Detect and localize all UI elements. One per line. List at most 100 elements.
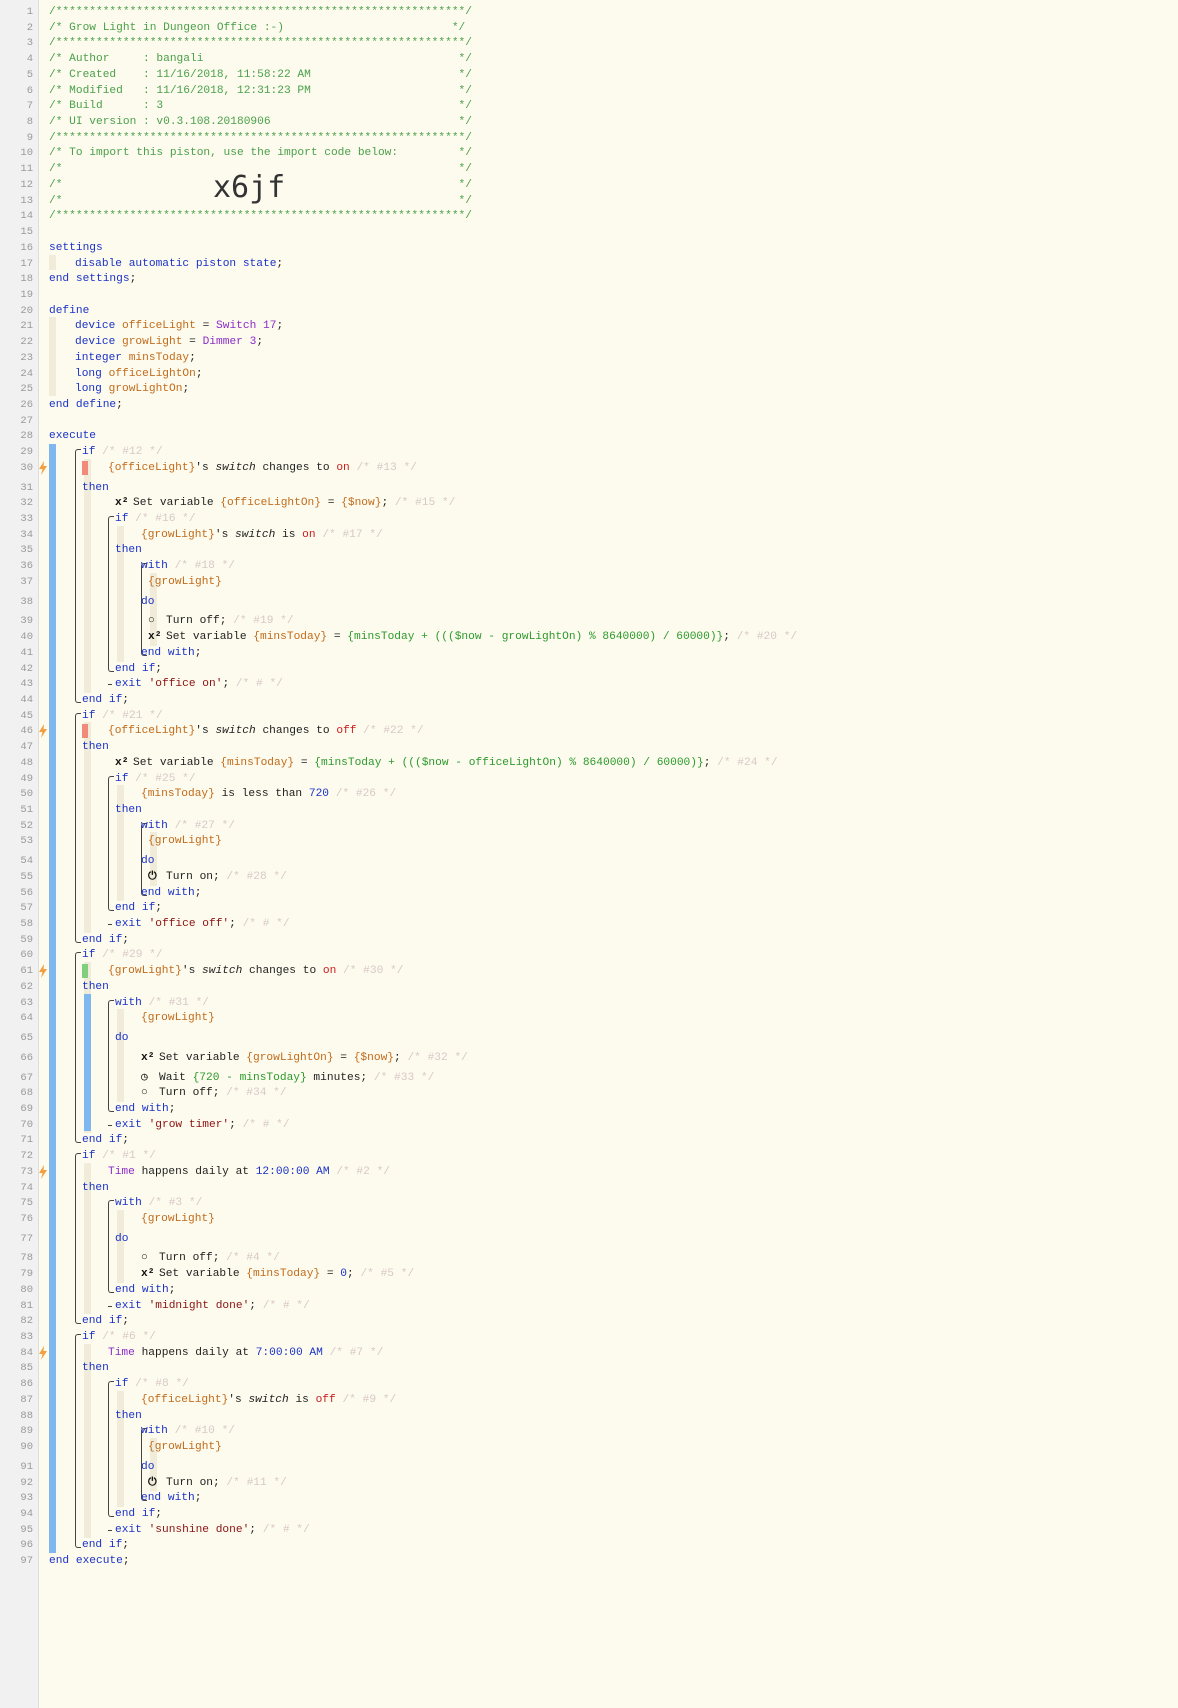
exit-marker <box>108 684 112 686</box>
code-token: happens daily at <box>134 1165 256 1178</box>
code-token: minsToday <box>128 351 190 364</box>
code-token: end with <box>141 646 195 659</box>
condition-marker <box>82 964 88 979</box>
code-line: end settings; <box>49 271 136 288</box>
power-off-icon: ○ <box>148 615 155 628</box>
lightning-bolt-icon[interactable] <box>38 1164 48 1179</box>
code-line: device officeLight = Switch 17; <box>75 318 283 335</box>
code-token: /* #9 */ <box>335 1393 397 1406</box>
code-token: {minsToday} <box>220 756 295 769</box>
code-token: is less than <box>214 788 309 801</box>
code-token: with <box>141 819 175 832</box>
code-token: /* # */ <box>235 918 290 931</box>
code-line: with /* #3 */ <box>115 1195 202 1212</box>
code-token: Dimmer 3 <box>202 336 257 349</box>
code-token: Turn off; <box>159 1087 220 1100</box>
code-token: /* #13 */ <box>349 461 417 474</box>
code-line: ○ Turn off; /* #19 */ <box>148 613 294 630</box>
line-number: 32 <box>20 497 33 510</box>
code-token: /* #34 */ <box>219 1087 287 1100</box>
code-token: execute <box>49 430 96 443</box>
code-token: 'sunshine done' <box>148 1523 250 1536</box>
code-line: ⏻ Turn on; /* #28 */ <box>148 869 287 886</box>
code-token: Wait <box>159 1071 193 1084</box>
code-token: end if <box>115 662 156 675</box>
code-token: switch <box>248 1393 289 1406</box>
code-line: {minsToday} is less than 720 /* #26 */ <box>141 786 396 803</box>
lightning-bolt-icon[interactable] <box>38 460 48 475</box>
nested-if-bracket <box>108 775 114 912</box>
code-token: /* #25 */ <box>135 772 196 785</box>
code-token: /* # */ <box>256 1523 310 1536</box>
code-line: if /* #21 */ <box>82 708 163 725</box>
with-body-bar <box>117 1009 124 1102</box>
code-token: 'midnight done' <box>148 1299 250 1312</box>
code-token: end if <box>82 1539 123 1552</box>
exit-marker <box>108 1529 112 1531</box>
import-code[interactable]: x6jf <box>213 170 285 205</box>
code-line: {growLight} <box>148 1439 222 1456</box>
code-token: ; <box>229 1118 236 1131</box>
code-line: with /* #18 */ <box>141 558 235 575</box>
code-token: /* #27 */ <box>174 819 236 832</box>
code-token: growLight <box>122 336 183 349</box>
code-token: do <box>115 1032 129 1045</box>
code-line: end if; <box>82 1132 129 1149</box>
code-line: x² Set variable {growLightOn} = {$now}; /… <box>141 1050 468 1067</box>
code-token: /* UI version : v0.3.108.20180906 */ <box>49 116 472 129</box>
code-token: /* #22 */ <box>356 725 424 738</box>
code-token: then <box>115 544 142 557</box>
code-token: settings <box>49 241 103 254</box>
line-number: 58 <box>20 918 33 931</box>
code-token: /* #3 */ <box>148 1197 203 1210</box>
line-number: 45 <box>20 709 33 722</box>
line-number: 49 <box>20 772 33 785</box>
line-number: 12 <box>20 178 33 191</box>
code-line: then <box>82 1180 109 1197</box>
code-line: end define; <box>49 397 123 414</box>
code-line: end if; <box>82 692 129 709</box>
lightning-bolt-icon[interactable] <box>38 724 48 739</box>
line-number: 39 <box>20 615 33 628</box>
code-token: {officeLight} <box>108 461 196 474</box>
code-line: x² Set variable {minsToday} = {minsToday … <box>115 755 778 772</box>
code-token: end if <box>82 1315 123 1328</box>
line-number: 87 <box>20 1393 33 1406</box>
code-token: /* #5 */ <box>353 1268 415 1281</box>
line-number: 15 <box>20 226 33 239</box>
line-number: 55 <box>20 870 33 883</box>
code-token: /* #18 */ <box>174 560 236 573</box>
code-token: if <box>82 446 103 459</box>
code-line: /***************************************… <box>49 208 472 225</box>
code-line: ○ Turn off; /* #4 */ <box>141 1250 280 1267</box>
if-block-bracket <box>75 952 81 1144</box>
line-number: 96 <box>20 1539 33 1552</box>
code-token: = <box>333 1051 354 1064</box>
code-token: /* #10 */ <box>174 1425 236 1438</box>
line-number: 52 <box>20 819 33 832</box>
code-token: ; <box>129 273 137 286</box>
code-token: ; <box>122 933 130 946</box>
line-number: 83 <box>20 1331 33 1344</box>
line-number: 16 <box>20 241 33 254</box>
code-token: ; <box>276 320 284 333</box>
lightning-bolt-icon[interactable] <box>38 964 48 979</box>
code-line: do <box>115 1231 128 1248</box>
code-line: device growLight = Dimmer 3; <box>75 334 263 351</box>
code-token: end if <box>82 693 123 706</box>
lightning-bolt-icon[interactable] <box>38 1345 48 1360</box>
define-block-bar <box>49 317 56 396</box>
code-line: ⏻ Turn on; /* #11 */ <box>148 1475 287 1492</box>
line-number: 44 <box>20 693 33 706</box>
code-token: then <box>82 741 109 754</box>
line-number: 51 <box>20 804 33 816</box>
line-number: 26 <box>20 399 33 411</box>
code-token: {officeLightOn} <box>220 497 321 510</box>
line-number: 80 <box>20 1283 33 1296</box>
code-token: = <box>182 336 203 349</box>
line-number: 28 <box>20 430 33 443</box>
code-token: /* #20 */ <box>729 631 798 644</box>
code-token: /* #7 */ <box>322 1346 384 1359</box>
line-number: 79 <box>20 1268 33 1281</box>
line-number: 60 <box>20 949 33 962</box>
